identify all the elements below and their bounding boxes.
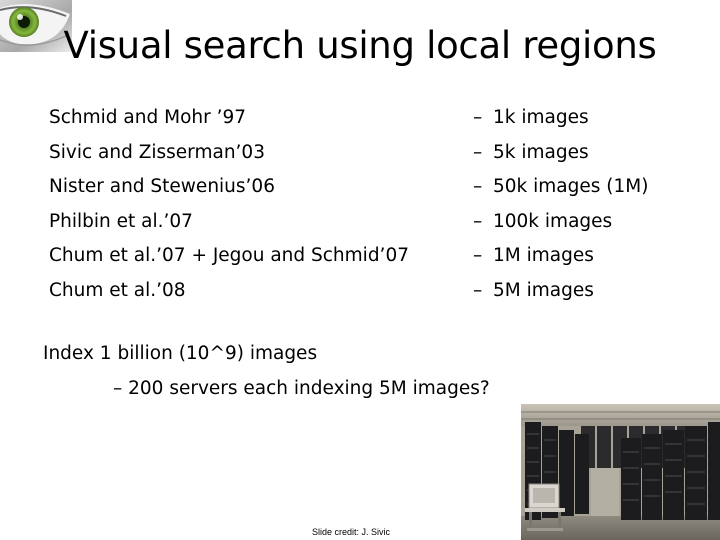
reference-item: Chum et al.’07 + Jegou and Schmid’07 bbox=[49, 245, 409, 266]
reference-item: Nister and Stewenius’06 bbox=[49, 176, 275, 197]
reference-item: Schmid and Mohr ’97 bbox=[49, 107, 247, 128]
slide-title: Visual search using local regions bbox=[63, 24, 657, 67]
reference-item: Sivic and Zisserman’03 bbox=[49, 141, 265, 163]
dataset-size-label: 1M images bbox=[493, 245, 594, 266]
dataset-size-label: 100k images bbox=[493, 210, 613, 232]
dash-glyph: – bbox=[473, 141, 483, 163]
dataset-size-label: 5k images bbox=[493, 141, 589, 163]
dash-glyph: – bbox=[473, 210, 483, 232]
dataset-size-item: –5M images bbox=[473, 274, 648, 309]
slide: Visual search using local regions Schmid… bbox=[0, 0, 720, 540]
servers-statement: – 200 servers each indexing 5M images? bbox=[113, 378, 490, 399]
dataset-size-label: 5M images bbox=[493, 279, 594, 301]
dash-glyph: – bbox=[473, 279, 483, 301]
dash-glyph: – bbox=[473, 245, 483, 266]
dataset-size-item: –1k images bbox=[473, 101, 648, 136]
dataset-size-label: 1k images bbox=[493, 107, 589, 128]
dash-glyph: – bbox=[473, 107, 483, 128]
reference-item: Philbin et al.’07 bbox=[49, 210, 193, 232]
reference-list: Schmid and Mohr ’97 Sivic and Zisserman’… bbox=[49, 101, 409, 308]
dataset-size-item: –5k images bbox=[473, 136, 648, 171]
reference-item: Chum et al.’08 bbox=[49, 279, 186, 301]
slide-credit: Slide credit: J. Sivic bbox=[312, 527, 391, 537]
server-room-photo bbox=[521, 404, 720, 540]
dataset-size-item: –50k images (1M) bbox=[473, 170, 648, 205]
dash-glyph: – bbox=[473, 176, 483, 197]
dataset-size-item: –100k images bbox=[473, 205, 648, 240]
dataset-size-list: –1k images –5k images –50k images (1M) –… bbox=[473, 101, 648, 308]
dataset-size-label: 50k images (1M) bbox=[493, 176, 649, 197]
index-statement: Index 1 billion (10^9) images bbox=[43, 343, 318, 364]
dataset-size-item: –1M images bbox=[473, 239, 648, 274]
